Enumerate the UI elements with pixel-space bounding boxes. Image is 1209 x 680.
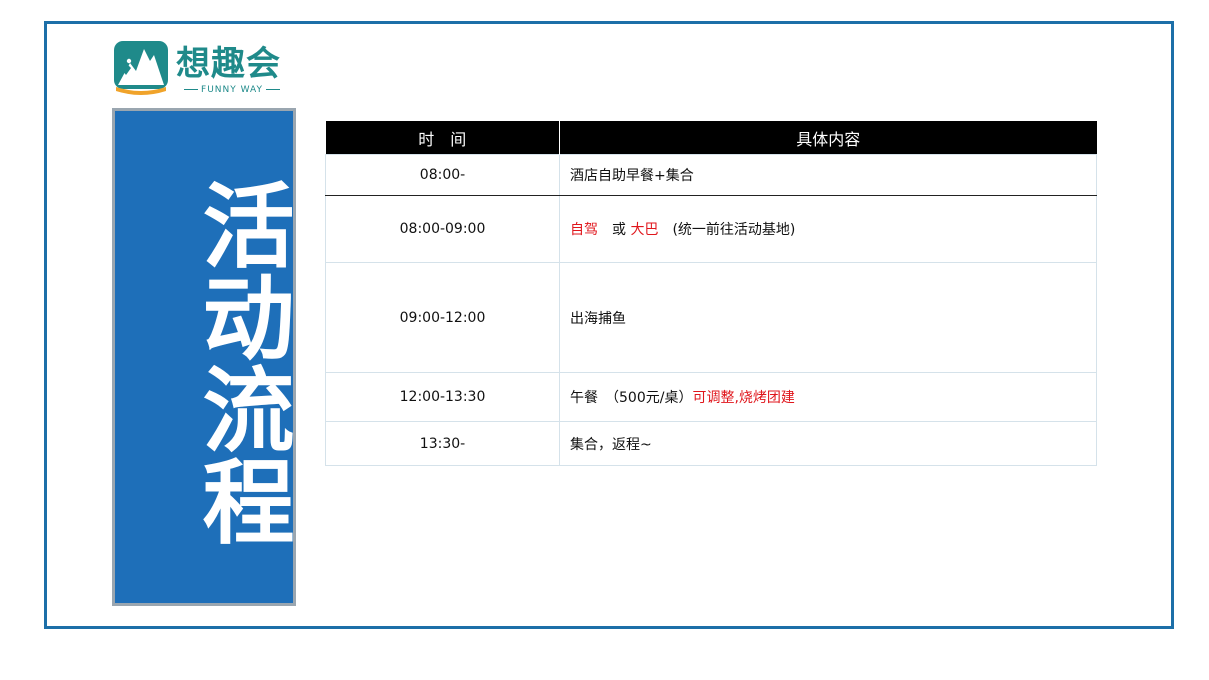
mountain-climber-icon [114, 41, 168, 95]
time-cell: 08:00- [325, 154, 560, 196]
schedule-table: 时 间 具体内容 08:00- 酒店自助早餐+集合 08:00-09:00 自驾… [325, 121, 1097, 466]
table-header-row: 时 间 具体内容 [325, 121, 1097, 155]
content-cell: 午餐 （500元/桌）可调整,烧烤团建 [559, 372, 1097, 422]
brand-name: 想趣会 [176, 44, 281, 84]
content-highlight: 可调整,烧烤团建 [692, 390, 795, 406]
content-highlight: 大巴 [630, 222, 659, 238]
content-highlight: 自驾 [570, 222, 598, 238]
table-row: 12:00-13:30 午餐 （500元/桌）可调整,烧烤团建 [325, 372, 1097, 422]
content-text: 酒店自助早餐+集合 [570, 168, 694, 184]
content-text: 午餐 （500元/桌） [570, 390, 693, 406]
time-cell: 08:00-09:00 [325, 195, 560, 263]
time-cell: 13:30- [325, 421, 560, 466]
content-cell: 自驾 或 大巴 (统一前往活动基地) [559, 195, 1097, 263]
brand-tagline-text: FUNNY WAY [201, 85, 263, 95]
content-cell: 集合，返程~ [559, 421, 1097, 466]
content-text: 集合，返程~ [570, 436, 652, 453]
content-cell: 酒店自助早餐+集合 [559, 154, 1097, 196]
page-title: 活动流程 [187, 178, 294, 546]
brand-logo: 想趣会 FUNNY WAY [114, 41, 294, 101]
title-panel: 活动流程 [112, 108, 296, 606]
table-row: 08:00-09:00 自驾 或 大巴 (统一前往活动基地) [325, 195, 1097, 263]
table-row: 09:00-12:00 出海捕鱼 [325, 262, 1097, 373]
content-cell: 出海捕鱼 [559, 262, 1097, 373]
time-cell: 12:00-13:30 [325, 372, 560, 422]
brand-tagline: FUNNY WAY [178, 84, 286, 96]
content-text: 出海捕鱼 [570, 310, 626, 327]
column-header-content: 具体内容 [559, 121, 1097, 155]
table-row: 08:00- 酒店自助早餐+集合 [325, 154, 1097, 196]
content-text: 或 [598, 222, 631, 238]
content-text: (统一前往活动基地) [658, 222, 796, 238]
tagline-rule-left [184, 89, 199, 90]
column-header-time: 时 间 [325, 121, 560, 155]
time-cell: 09:00-12:00 [325, 262, 560, 373]
tagline-rule-right [265, 89, 280, 90]
table-row: 13:30- 集合，返程~ [325, 421, 1097, 466]
